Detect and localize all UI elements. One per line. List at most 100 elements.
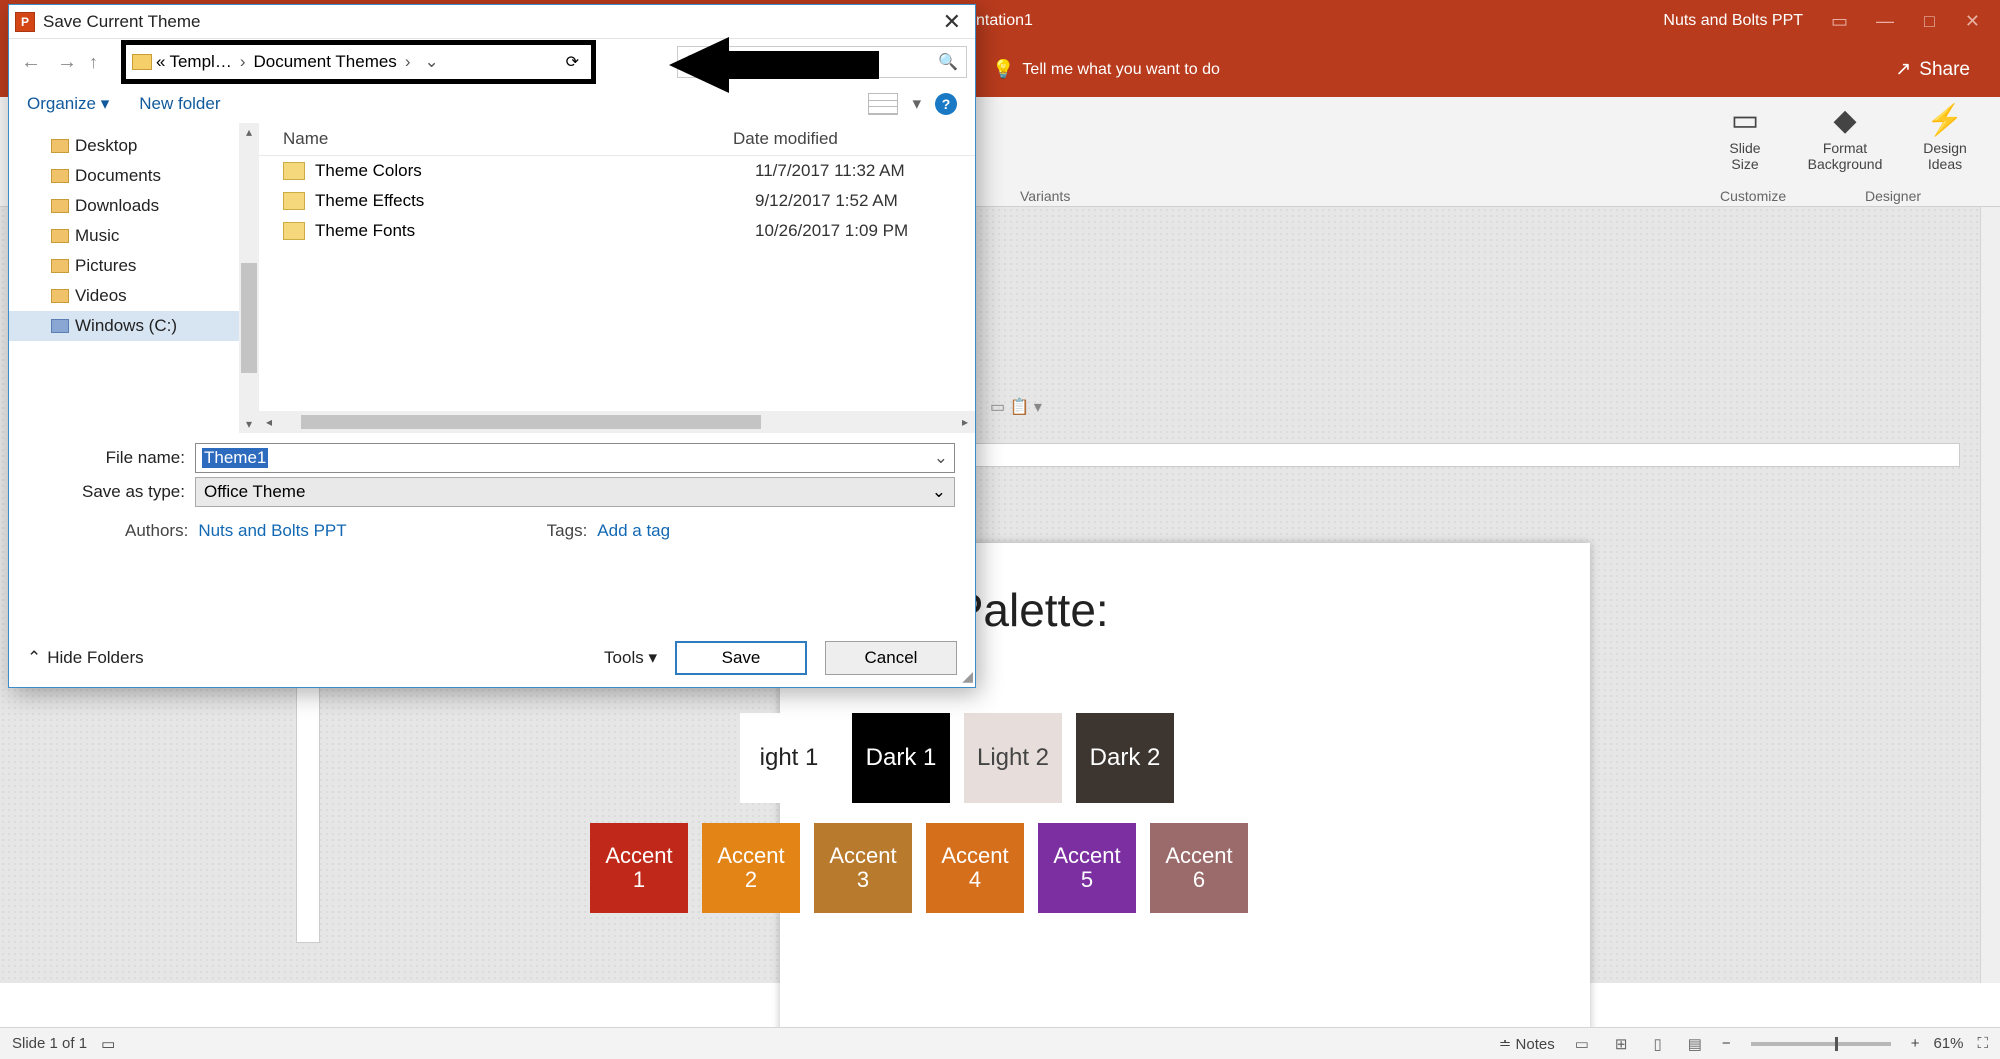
- tree-item[interactable]: Pictures: [51, 251, 259, 281]
- refresh-icon[interactable]: ⟳: [560, 52, 585, 72]
- design-ideas-button[interactable]: ⚡ Design Ideas: [1900, 103, 1990, 172]
- palette-swatch: Accent5: [1038, 823, 1136, 913]
- save-theme-dialog: P Save Current Theme ✕ ← → ↑ « Templ… › …: [8, 4, 976, 688]
- tree-scrollbar[interactable]: ▴ ▾: [239, 123, 259, 433]
- organize-dropdown[interactable]: Organize ▾: [27, 94, 109, 114]
- file-hscrollbar[interactable]: ◂ ▸: [259, 411, 975, 433]
- tree-item[interactable]: Windows (C:): [9, 311, 259, 341]
- help-icon[interactable]: ?: [935, 93, 957, 115]
- dialog-toolbar: Organize ▾ New folder ▾ ?: [9, 85, 975, 123]
- chevron-right-icon[interactable]: ›: [236, 52, 250, 72]
- resize-grip-icon[interactable]: ◢: [962, 668, 973, 685]
- scroll-down-icon[interactable]: ▾: [239, 417, 259, 431]
- slide-counter: Slide 1 of 1: [12, 1035, 87, 1052]
- view-sorter-icon[interactable]: ⊞: [1609, 1035, 1634, 1053]
- close-window-icon[interactable]: ✕: [1965, 11, 1980, 32]
- dialog-title-bar[interactable]: P Save Current Theme ✕: [9, 5, 975, 39]
- vertical-scrollbar[interactable]: [1980, 207, 2000, 983]
- zoom-out-icon[interactable]: −: [1722, 1035, 1731, 1052]
- cancel-button[interactable]: Cancel: [825, 641, 957, 675]
- slide-size-button[interactable]: ▭ Slide Size: [1700, 103, 1790, 172]
- format-background-button[interactable]: ◆ Format Background: [1800, 103, 1890, 172]
- authors-value[interactable]: Nuts and Bolts PPT: [198, 521, 346, 541]
- type-dropdown-icon[interactable]: ⌄: [932, 482, 946, 502]
- search-field[interactable]: S cument Themes 🔍: [677, 46, 967, 78]
- powerpoint-icon: P: [15, 12, 35, 32]
- file-row[interactable]: Theme Effects9/12/2017 1:52 AM: [259, 186, 975, 216]
- new-folder-button[interactable]: New folder: [139, 94, 220, 114]
- scroll-up-icon[interactable]: ▴: [239, 125, 259, 139]
- tags-value[interactable]: Add a tag: [597, 521, 670, 541]
- file-list-header[interactable]: Name Date modified: [259, 123, 975, 156]
- tell-me-input[interactable]: Tell me what you want to do: [1022, 61, 1219, 79]
- nav-up-icon[interactable]: ↑: [89, 52, 113, 73]
- save-type-value: Office Theme: [204, 482, 305, 502]
- fit-to-window-icon[interactable]: ⛶: [1977, 1035, 1988, 1052]
- view-reading-icon[interactable]: ▯: [1647, 1035, 1667, 1053]
- minimize-icon[interactable]: —: [1876, 11, 1894, 32]
- folder-icon: [51, 199, 69, 213]
- share-icon: ↗: [1895, 58, 1911, 81]
- folder-icon: [51, 259, 69, 273]
- view-normal-icon[interactable]: ▭: [1569, 1035, 1595, 1053]
- scrollbar-thumb[interactable]: [241, 263, 257, 373]
- chevron-up-icon: ⌃: [27, 648, 41, 668]
- notes-button[interactable]: ≐ Notes: [1499, 1035, 1555, 1053]
- paste-options-popup[interactable]: ▭ 📋 ▾: [990, 397, 1042, 417]
- palette-swatch: Light 2: [964, 713, 1062, 803]
- palette-swatch: Dark 2: [1076, 713, 1174, 803]
- save-type-dropdown[interactable]: Office Theme ⌄: [195, 477, 955, 507]
- spellcheck-icon[interactable]: ▭: [101, 1035, 115, 1053]
- file-row[interactable]: Theme Colors11/7/2017 11:32 AM: [259, 156, 975, 186]
- tree-item[interactable]: Music: [51, 221, 259, 251]
- ribbon-display-icon[interactable]: ▭: [1831, 11, 1848, 32]
- address-bar[interactable]: « Templ… › Document Themes › ⌄ ⟳: [121, 40, 596, 84]
- hscrollbar-thumb[interactable]: [301, 415, 761, 429]
- dialog-close-icon[interactable]: ✕: [935, 9, 969, 35]
- breadcrumb-part-1[interactable]: Templ…: [169, 52, 231, 72]
- tools-dropdown[interactable]: Tools ▾: [604, 648, 657, 668]
- tree-item[interactable]: Desktop: [51, 131, 259, 161]
- view-dropdown-icon[interactable]: ▾: [912, 94, 921, 114]
- nav-forward-icon[interactable]: →: [53, 51, 81, 74]
- maximize-icon[interactable]: □: [1924, 11, 1935, 32]
- drive-icon: [51, 319, 69, 333]
- save-button[interactable]: Save: [675, 641, 807, 675]
- scroll-right-icon[interactable]: ▸: [955, 415, 975, 429]
- scroll-left-icon[interactable]: ◂: [259, 415, 279, 429]
- view-mode-dropdown[interactable]: [868, 93, 898, 115]
- file-list[interactable]: Name Date modified Theme Colors11/7/2017…: [259, 123, 975, 433]
- tree-item[interactable]: Documents: [51, 161, 259, 191]
- file-row[interactable]: Theme Fonts10/26/2017 1:09 PM: [259, 216, 975, 246]
- folder-tree[interactable]: DesktopDocumentsDownloadsMusicPicturesVi…: [9, 123, 259, 433]
- design-ideas-icon: ⚡: [1926, 103, 1963, 138]
- file-name-input[interactable]: Theme1 ⌄: [195, 443, 955, 473]
- folder-icon: [51, 229, 69, 243]
- nav-back-icon[interactable]: ←: [17, 51, 45, 74]
- chevron-right-icon[interactable]: ›: [401, 52, 415, 72]
- filename-dropdown-icon[interactable]: ⌄: [934, 448, 948, 468]
- search-partial-s: S: [686, 53, 697, 71]
- column-name[interactable]: Name: [283, 129, 733, 149]
- address-dropdown-icon[interactable]: ⌄: [418, 52, 444, 72]
- share-button[interactable]: ↗ Share: [1895, 58, 2000, 81]
- tree-item[interactable]: Videos: [51, 281, 259, 311]
- hide-folders-toggle[interactable]: ⌃ Hide Folders: [27, 648, 144, 668]
- view-slideshow-icon[interactable]: ▤: [1682, 1035, 1708, 1053]
- group-label-customize: Customize: [1720, 188, 1786, 204]
- palette-swatch: Dark 1: [852, 713, 950, 803]
- zoom-percent[interactable]: 61%: [1933, 1035, 1963, 1052]
- breadcrumb-part-2[interactable]: Document Themes: [254, 52, 397, 72]
- palette-row-2: Accent1Accent2Accent3Accent4Accent5Accen…: [590, 823, 1248, 913]
- zoom-in-icon[interactable]: +: [1911, 1035, 1920, 1052]
- folder-icon: [283, 162, 305, 180]
- palette-swatch: Accent3: [814, 823, 912, 913]
- crumb-bullet: «: [156, 52, 165, 72]
- tree-item[interactable]: Downloads: [51, 191, 259, 221]
- zoom-slider[interactable]: [1751, 1042, 1891, 1046]
- folder-icon: [51, 169, 69, 183]
- palette-swatch: Accent6: [1150, 823, 1248, 913]
- folder-icon: [51, 139, 69, 153]
- column-date[interactable]: Date modified: [733, 129, 953, 149]
- file-name-value: Theme1: [202, 448, 268, 468]
